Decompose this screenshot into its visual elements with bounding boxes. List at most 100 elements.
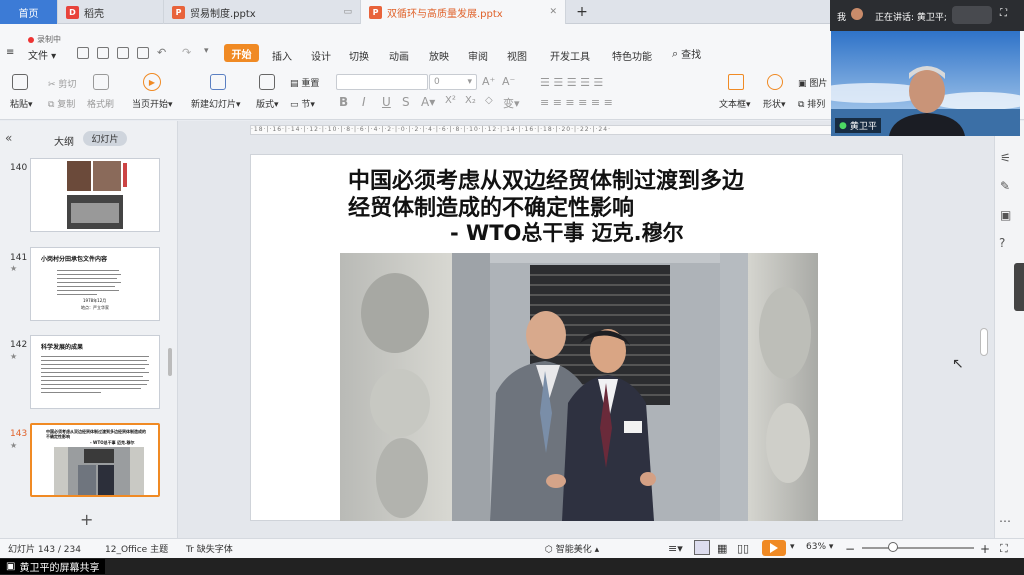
zoom-slider-track[interactable]: [862, 547, 974, 549]
help-icon[interactable]: ?: [999, 236, 1005, 250]
save-icon[interactable]: [77, 47, 89, 59]
shape-icon[interactable]: [767, 74, 783, 90]
reading-view-icon[interactable]: ▯▯: [737, 542, 749, 555]
slide-thumbnail-142[interactable]: 科学发展的成果: [30, 335, 160, 409]
cut-button[interactable]: ✂ 剪切: [48, 77, 76, 90]
zoom-in-button[interactable]: +: [980, 542, 990, 556]
notes-toggle-icon[interactable]: ≡▾: [668, 542, 683, 555]
pin-icon[interactable]: ✎: [1000, 179, 1010, 193]
file-menu[interactable]: 文件 ▾: [28, 47, 56, 62]
shape-button[interactable]: 形状▾: [763, 97, 786, 110]
redo-icon[interactable]: ↷: [182, 46, 191, 59]
add-slide-button[interactable]: +: [80, 510, 93, 529]
panel-scrollbar[interactable]: [168, 348, 172, 376]
slide-thumbnail-140[interactable]: [30, 158, 160, 232]
superscript-icon[interactable]: X²: [445, 95, 456, 106]
screen-share-bar: [0, 558, 1024, 575]
tab-slides[interactable]: 幻灯片: [83, 131, 127, 146]
print-icon[interactable]: [117, 47, 129, 59]
customize-icon[interactable]: ▾: [204, 46, 209, 56]
blurred-region: [952, 6, 992, 24]
play-from-current-icon[interactable]: ▶: [143, 73, 161, 91]
tab-trade-system[interactable]: P 贸易制度.pptx ▭: [164, 0, 361, 24]
zoom-out-button[interactable]: −: [845, 542, 855, 556]
slideshow-dropdown[interactable]: ▾: [790, 542, 795, 552]
phonetic-icon[interactable]: 变▾: [503, 95, 520, 111]
normal-view-icon[interactable]: [694, 540, 710, 555]
zoom-level[interactable]: 63% ▾: [806, 542, 833, 552]
pin-icon[interactable]: ▭: [343, 7, 352, 17]
new-slide-icon[interactable]: [210, 74, 226, 90]
shrink-font-icon[interactable]: A⁻: [502, 75, 515, 88]
textbox-icon[interactable]: [728, 74, 744, 90]
font-size-select[interactable]: 0 ▾: [429, 74, 477, 90]
slide-photo[interactable]: [340, 253, 818, 521]
tab-view[interactable]: 视图: [507, 48, 527, 63]
preview-icon[interactable]: [137, 47, 149, 59]
arrange-button[interactable]: ⧉ 排列: [798, 97, 825, 110]
slide-sorter-icon[interactable]: ▦: [717, 542, 727, 555]
animation-star-icon: ★: [10, 441, 18, 450]
align-icons[interactable]: ≡ ≡ ≡ ≡ ≡ ≡: [540, 96, 613, 109]
font-name-select[interactable]: [336, 74, 428, 90]
slideshow-play-button[interactable]: [762, 540, 786, 556]
copy-button[interactable]: ⧉ 复制: [48, 97, 75, 110]
zoom-slider-knob[interactable]: [888, 542, 898, 552]
properties-icon[interactable]: ⚟: [1000, 151, 1011, 165]
tab-animations[interactable]: 动画: [389, 48, 409, 63]
side-panel-handle[interactable]: [1014, 263, 1024, 311]
bullets-icon[interactable]: ☰ ☰ ☰ ☰ ☰: [540, 76, 603, 89]
slide-thumbnail-141[interactable]: 小岗村分田承包文件内容 1978年12月 地点：严立华家: [30, 247, 160, 321]
vertical-scrollbar[interactable]: [980, 328, 988, 356]
comment-icon[interactable]: ▣: [1000, 208, 1011, 222]
paste-icon[interactable]: [12, 74, 28, 90]
tab-home[interactable]: 首页: [0, 0, 58, 24]
bold-icon[interactable]: B: [339, 95, 348, 109]
italic-icon[interactable]: I: [362, 95, 366, 109]
clear-format-icon[interactable]: ◇: [485, 95, 493, 106]
picture-button[interactable]: ▣ 图片: [798, 76, 827, 89]
missing-font-button[interactable]: Tr 缺失字体: [186, 542, 233, 555]
close-tab-icon[interactable]: ✕: [549, 7, 557, 17]
underline-icon[interactable]: U: [382, 95, 391, 109]
grow-font-icon[interactable]: A⁺: [482, 75, 495, 88]
textbox-button[interactable]: 文本框▾: [719, 97, 751, 110]
find-button[interactable]: ⌕ 查找: [672, 46, 701, 62]
docer-icon: D: [66, 5, 79, 19]
tab-transitions[interactable]: 切换: [349, 48, 369, 63]
play-from-current-button[interactable]: 当页开始▾: [132, 97, 173, 110]
hamburger-icon[interactable]: ≡: [6, 47, 14, 58]
more-icon[interactable]: ⋯: [999, 514, 1011, 528]
tab-review[interactable]: 审阅: [468, 48, 488, 63]
reset-button[interactable]: ▤ 重置: [290, 76, 319, 89]
tab-design[interactable]: 设计: [311, 48, 331, 63]
strikethrough-icon[interactable]: S: [402, 95, 410, 109]
slide-thumbnail-143[interactable]: 中国必须考虑从双边经贸体制过渡到多边经贸体制造成的不确定性影响 - WTO总干事…: [30, 423, 160, 497]
undo-icon[interactable]: ↶: [157, 46, 166, 59]
layout-button[interactable]: 版式▾: [256, 97, 279, 110]
add-tab-button[interactable]: +: [566, 0, 598, 24]
paste-button[interactable]: 粘贴▾: [10, 97, 33, 110]
speaker-video[interactable]: ● 黄卫平: [831, 31, 1020, 136]
tab-outline[interactable]: 大纲: [54, 133, 74, 148]
fit-window-icon[interactable]: ⛶: [1000, 542, 1008, 556]
tab-dual-circulation[interactable]: P 双循环与高质量发展.pptx ✕: [361, 0, 566, 24]
format-painter-icon[interactable]: [93, 74, 109, 90]
subscript-icon[interactable]: X₂: [465, 95, 476, 106]
theme-name[interactable]: 12_Office 主题: [105, 542, 168, 555]
expand-icon[interactable]: ⛶: [1000, 8, 1007, 19]
tab-features[interactable]: 特色功能: [612, 48, 652, 63]
new-slide-button[interactable]: 新建幻灯片▾: [191, 97, 241, 110]
collapse-panel-icon[interactable]: «: [5, 131, 12, 145]
tab-docer[interactable]: D 稻壳: [58, 0, 164, 24]
tab-slideshow[interactable]: 放映: [429, 48, 449, 63]
section-button[interactable]: ▭ 节▾: [290, 97, 315, 110]
smart-beautify-button[interactable]: ⬡ 智能美化 ▴: [545, 542, 599, 555]
tab-start[interactable]: 开始: [224, 44, 259, 62]
font-color-icon[interactable]: A▾: [421, 95, 435, 109]
tab-developer[interactable]: 开发工具: [550, 48, 590, 63]
format-painter-button[interactable]: 格式刷: [87, 97, 114, 110]
tab-insert[interactable]: 插入: [272, 48, 292, 63]
export-icon[interactable]: [97, 47, 109, 59]
layout-icon[interactable]: [259, 74, 275, 90]
